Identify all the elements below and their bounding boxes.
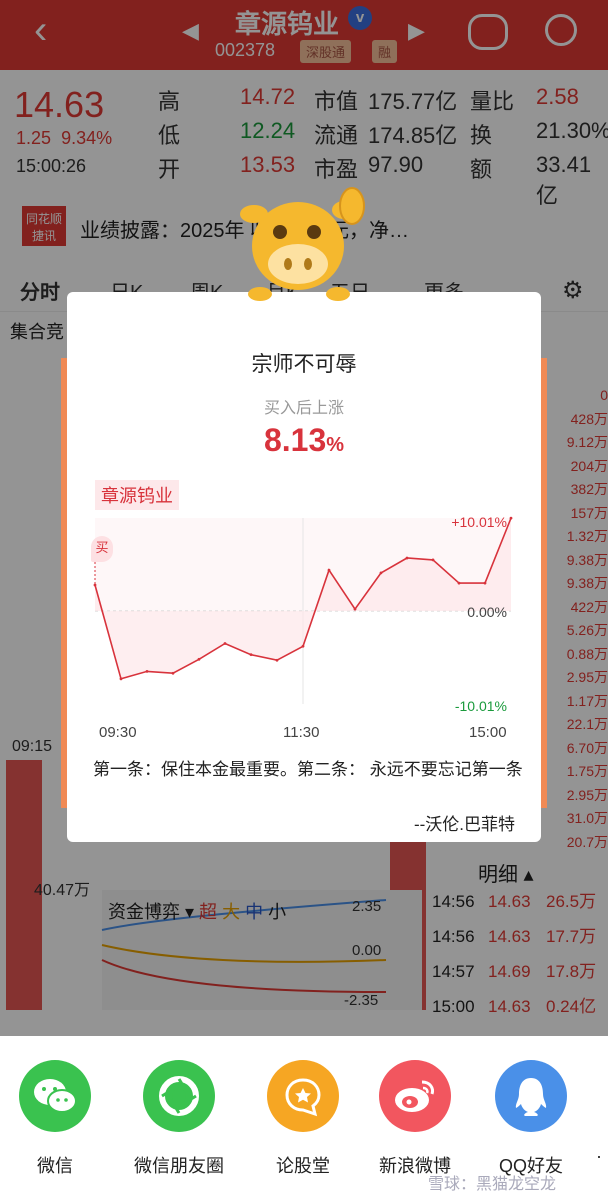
buy-marker: 买 [91, 536, 113, 562]
quote-text: 第一条：保住本金最重要。第二条： 永远不要忘记第一条 [93, 760, 523, 779]
card-subtitle: 买入后上涨 [263, 400, 344, 417]
price-point-09:45 [119, 677, 123, 681]
chart-zero-label: 0.00% [467, 604, 507, 620]
cow-mascot-icon [240, 187, 365, 301]
price-point-13:15 [327, 568, 331, 572]
share-moments-label: 微信朋友圈 [134, 1156, 224, 1176]
quote-author: --沃伦.巴菲特 [413, 815, 515, 834]
share-moments-circle [143, 1060, 215, 1132]
share-more-hint[interactable]: · [596, 1146, 608, 1172]
share-wechat[interactable]: 微信 [0, 1060, 110, 1178]
price-point-14:00 [405, 556, 409, 560]
share-weibo[interactable]: 新浪微博 [360, 1060, 470, 1178]
share-forum-label: 论股堂 [276, 1156, 330, 1176]
time-label-close: 15:00 [469, 724, 507, 741]
share-wechat-circle [19, 1060, 91, 1132]
watermark: 雪球：黑猫龙空龙 [428, 1176, 557, 1193]
price-point-10:30 [197, 657, 201, 661]
share-qq[interactable]: QQ好友 [476, 1060, 586, 1178]
time-label-open: 09:30 [99, 724, 137, 741]
share-qq-circle [495, 1060, 567, 1132]
card-title: 宗师不可辱 [251, 353, 357, 376]
wechat-icon [34, 1079, 77, 1113]
weibo-icon [395, 1080, 434, 1112]
price-point-14:30 [457, 581, 461, 585]
price-point-11:30 [301, 644, 305, 648]
share-forum[interactable]: 论股堂 [248, 1060, 358, 1178]
time-label-midday: 11:30 [283, 724, 320, 741]
chart-lower-limit-label: -10.01% [454, 698, 507, 714]
price-point-10:15 [171, 671, 175, 675]
share-moments[interactable]: 微信朋友圈 [124, 1060, 234, 1178]
forum-icon [285, 1078, 321, 1117]
price-point-10:00 [145, 669, 149, 673]
price-point-14:45 [483, 581, 487, 585]
gain-percentage: 8.13% [263, 422, 345, 458]
chart-upper-limit-label: +10.01% [451, 514, 507, 530]
share-wechat-label: 微信 [37, 1156, 73, 1176]
price-point-14:15 [431, 558, 435, 562]
price-point-15:00 [509, 516, 513, 520]
qq-icon [515, 1078, 547, 1116]
price-point-13:45 [379, 571, 383, 575]
price-point-11:15 [275, 658, 279, 662]
price-point-09:30 [93, 583, 97, 587]
share-weibo-circle [379, 1060, 451, 1132]
price-point-13:30 [353, 607, 357, 611]
share-forum-circle [267, 1060, 339, 1132]
price-point-11:00 [249, 653, 253, 657]
moments-icon [159, 1076, 199, 1116]
price-point-10:45 [223, 642, 227, 645]
gain-share-card: 宗师不可辱 买入后上涨 8.13% 章源钨业 买 +10.01% 0.00% -… [67, 292, 541, 842]
